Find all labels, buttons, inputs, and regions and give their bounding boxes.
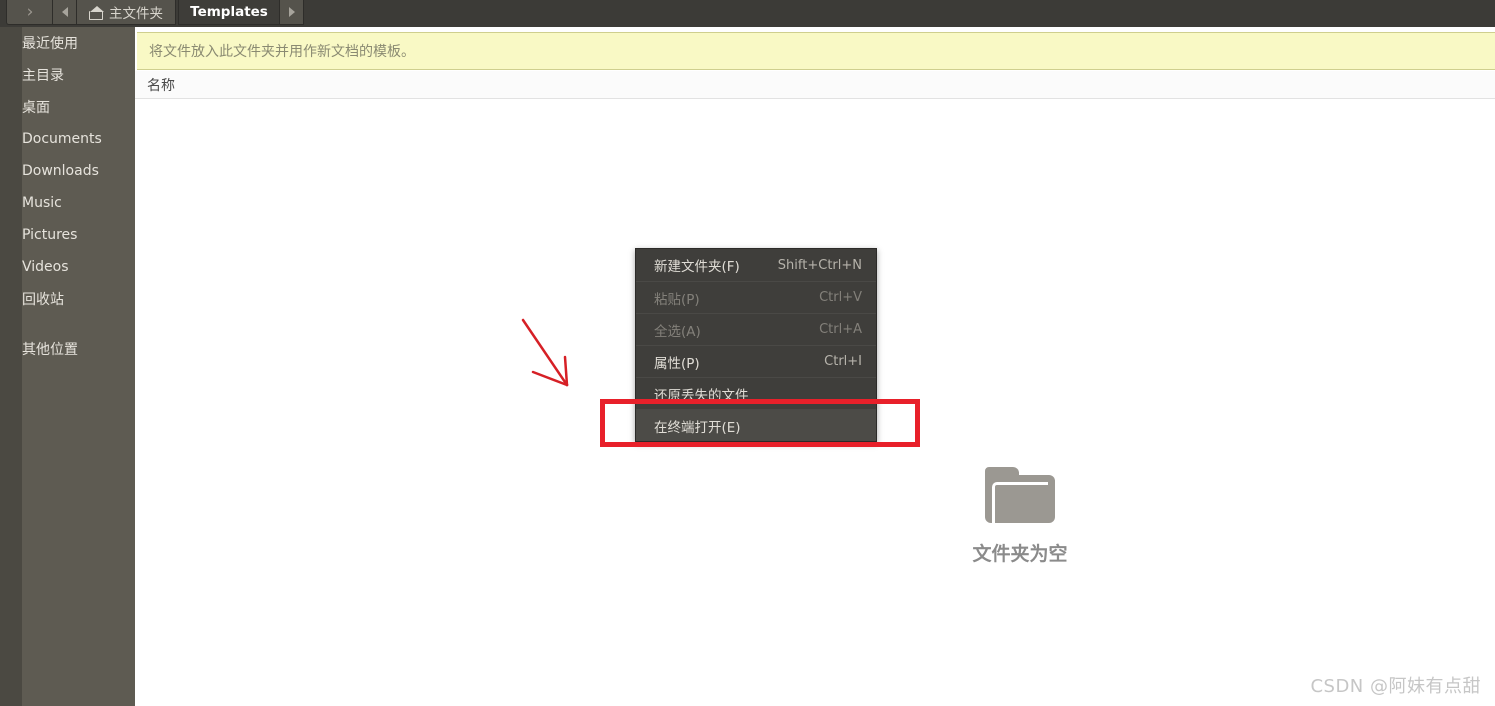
sidebar-item-label: 最近使用 [22, 36, 78, 52]
home-icon [89, 5, 104, 20]
column-header-row: 名称 [135, 71, 1495, 99]
menu-item-select-all[interactable]: 全选(A) Ctrl+A [636, 313, 876, 345]
sidebar-item-label: 桌面 [22, 100, 50, 116]
annotation-arrow-icon [521, 318, 569, 387]
menu-item-accel: Ctrl+V [819, 290, 862, 305]
sidebar-item-label: 其他位置 [22, 342, 78, 358]
sidebar-separator [22, 315, 135, 333]
breadcrumb-templates-label: Templates [190, 4, 268, 20]
path-back-button[interactable] [52, 0, 78, 25]
folder-icon [985, 467, 1055, 523]
menu-item-label: 属性(P) [654, 355, 700, 372]
template-info-text: 将文件放入此文件夹并用作新文档的模板。 [149, 44, 415, 60]
menu-item-paste[interactable]: 粘贴(P) Ctrl+V [636, 281, 876, 313]
triangle-right-icon [288, 7, 295, 17]
sidebar-item-music[interactable]: Music [22, 187, 135, 219]
sidebar-item-recent[interactable]: 最近使用 [22, 27, 135, 59]
menu-item-accel: Ctrl+A [819, 322, 862, 337]
menu-item-label: 全选(A) [654, 323, 701, 340]
breadcrumb-templates[interactable]: Templates [178, 0, 280, 25]
sidebar-item-other-locations[interactable]: 其他位置 [22, 333, 135, 365]
sidebar-item-pictures[interactable]: Pictures [22, 219, 135, 251]
template-info-banner: 将文件放入此文件夹并用作新文档的模板。 [137, 32, 1495, 70]
sidebar-item-label: Music [22, 195, 62, 211]
sidebar-item-videos[interactable]: Videos [22, 251, 135, 283]
sidebar-item-label: Videos [22, 259, 69, 275]
places-sidebar: 最近使用 主目录 桌面 Documents Downloads Music Pi… [22, 27, 135, 706]
triangle-left-icon [62, 7, 68, 17]
path-forward-button[interactable] [279, 0, 304, 25]
annotation-highlight-box [600, 399, 920, 447]
sidebar-item-home[interactable]: 主目录 [22, 59, 135, 91]
chevron-right-icon: › [26, 1, 34, 22]
empty-folder-label: 文件夹为空 [972, 543, 1068, 565]
file-manager-window: › 主文件夹 Templates 最近使用 主目录 桌面 Documents D… [0, 0, 1495, 706]
path-expand-button[interactable]: › [6, 0, 54, 25]
sidebar-item-downloads[interactable]: Downloads [22, 155, 135, 187]
sidebar-edge-strip [0, 27, 22, 706]
menu-item-accel: Shift+Ctrl+N [777, 257, 862, 273]
path-tab-bar: › 主文件夹 Templates [0, 0, 1495, 27]
empty-folder-placeholder: 文件夹为空 [905, 467, 1135, 566]
sidebar-item-label: Downloads [22, 163, 99, 179]
sidebar-item-label: Pictures [22, 227, 78, 243]
sidebar-item-label: 回收站 [22, 292, 64, 308]
menu-item-new-folder[interactable]: 新建文件夹(F) Shift+Ctrl+N [636, 249, 876, 281]
sidebar-item-trash[interactable]: 回收站 [22, 283, 135, 315]
sidebar-item-label: Documents [22, 131, 102, 147]
column-header-name[interactable]: 名称 [147, 75, 175, 95]
menu-item-accel: Ctrl+I [824, 354, 862, 369]
menu-item-label: 新建文件夹(F) [654, 259, 740, 275]
breadcrumb-home-label: 主文件夹 [109, 6, 163, 22]
sidebar-item-desktop[interactable]: 桌面 [22, 91, 135, 123]
menu-item-properties[interactable]: 属性(P) Ctrl+I [636, 345, 876, 377]
watermark: CSDN @阿妹有点甜 [1310, 676, 1481, 697]
sidebar-item-label: 主目录 [22, 68, 64, 84]
sidebar-item-documents[interactable]: Documents [22, 123, 135, 155]
breadcrumb-home[interactable]: 主文件夹 [76, 0, 176, 25]
menu-item-label: 粘贴(P) [654, 291, 700, 308]
